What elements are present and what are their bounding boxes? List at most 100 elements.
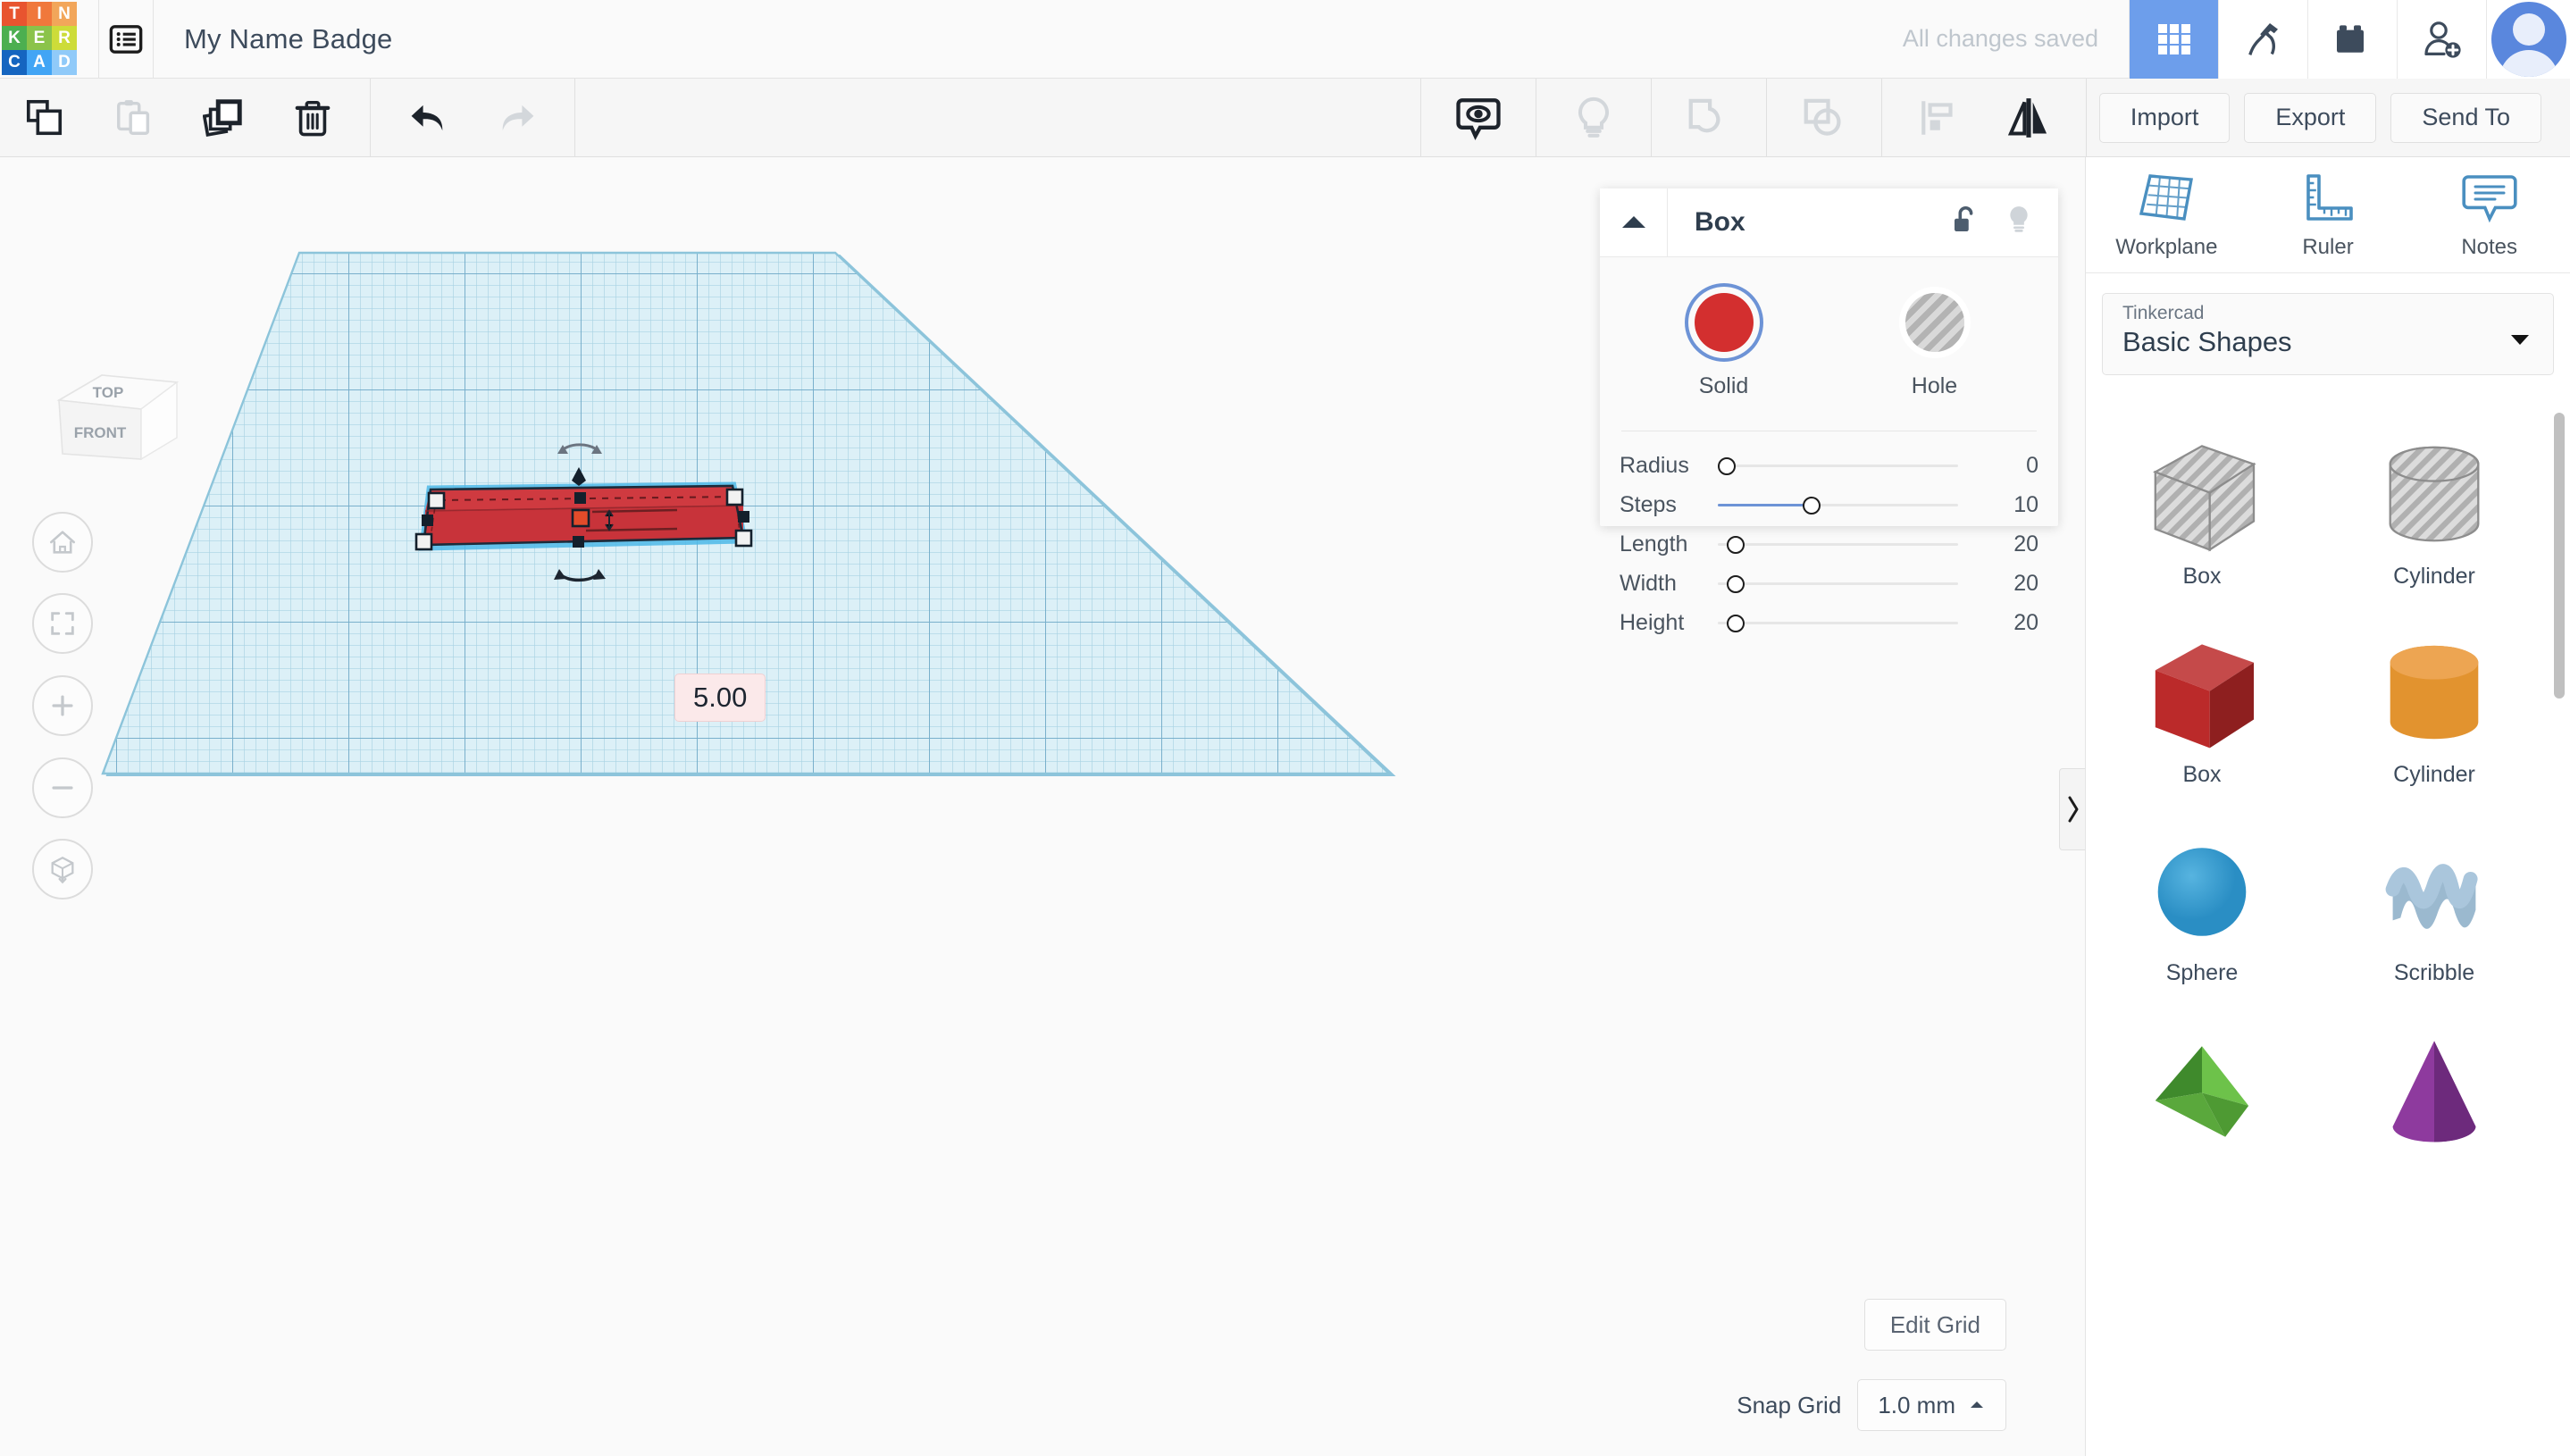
selected-shape[interactable] bbox=[375, 443, 875, 640]
import-button[interactable]: Import bbox=[2098, 92, 2231, 143]
design-list-icon[interactable] bbox=[98, 0, 154, 79]
redo-button[interactable] bbox=[473, 79, 562, 157]
page-title[interactable]: My Name Badge bbox=[184, 23, 392, 55]
shape-box-hole-thumbnail-icon bbox=[2135, 431, 2269, 560]
steps-slider-value[interactable]: 10 bbox=[1988, 492, 2038, 518]
logo-tile-e: E bbox=[27, 25, 52, 51]
shape-panel-header-icons bbox=[1949, 202, 2058, 244]
scrollbar-thumb[interactable] bbox=[2554, 413, 2565, 699]
paste-button[interactable] bbox=[89, 79, 179, 157]
logo-tile-r: R bbox=[52, 25, 77, 51]
duplicate-button[interactable] bbox=[179, 79, 268, 157]
radius-slider-value[interactable]: 0 bbox=[1988, 453, 2038, 479]
shape-sphere[interactable]: Sphere bbox=[2086, 818, 2318, 1017]
shape-cylinder-hole-thumbnail-icon bbox=[2367, 431, 2501, 560]
library-collection-label: Basic Shapes bbox=[2122, 326, 2292, 357]
radius-slider-label: Radius bbox=[1620, 452, 1689, 478]
lego-brick-icon[interactable] bbox=[2307, 0, 2397, 79]
notes-tool[interactable]: Notes bbox=[2408, 157, 2570, 272]
radius-slider-track[interactable] bbox=[1718, 446, 1988, 485]
undo-button[interactable] bbox=[383, 79, 473, 157]
design-gallery-icon[interactable] bbox=[2129, 0, 2218, 79]
shape-scribble[interactable]: Scribble bbox=[2318, 818, 2550, 1017]
shape-box-solid-label: Box bbox=[2182, 762, 2222, 787]
height-slider[interactable]: Height 20 bbox=[1600, 603, 2058, 642]
lock-icon[interactable] bbox=[1949, 203, 1981, 243]
light-button[interactable] bbox=[1549, 79, 1638, 157]
steps-slider[interactable]: Steps 10 bbox=[1600, 485, 2058, 524]
solid-mode[interactable]: Solid bbox=[1662, 293, 1787, 399]
width-slider-label: Width bbox=[1620, 570, 1677, 596]
minecraft-pickaxe-icon[interactable] bbox=[2218, 0, 2307, 79]
toolbar-divider bbox=[574, 78, 575, 157]
export-button[interactable]: Export bbox=[2244, 92, 2377, 143]
avatar bbox=[2490, 1, 2566, 77]
height-slider-value[interactable]: 20 bbox=[1988, 610, 2038, 636]
shape-box-solid[interactable]: Box bbox=[2086, 620, 2318, 818]
delete-button[interactable] bbox=[268, 79, 357, 157]
steps-slider-track[interactable] bbox=[1718, 485, 1988, 524]
shape-sphere-label: Sphere bbox=[2165, 960, 2239, 985]
group-button[interactable] bbox=[1664, 79, 1754, 157]
snap-grid-select[interactable]: 1.0 mm bbox=[1857, 1379, 2006, 1431]
width-slider-value[interactable]: 20 bbox=[1988, 571, 2038, 597]
height-slider-knob[interactable] bbox=[1726, 615, 1745, 632]
length-slider[interactable]: Length 20 bbox=[1600, 524, 2058, 564]
workplane-tool[interactable]: Workplane bbox=[2086, 157, 2248, 272]
length-slider-track[interactable] bbox=[1718, 524, 1988, 564]
width-slider-knob[interactable] bbox=[1726, 575, 1745, 593]
chevron-down-icon bbox=[2511, 335, 2529, 345]
shape-library-dropdown[interactable]: Tinkercad Basic Shapes bbox=[2102, 293, 2554, 375]
zoom-out-button[interactable] bbox=[32, 757, 93, 818]
shape-cylinder-solid[interactable]: Cylinder bbox=[2318, 620, 2550, 818]
radius-slider[interactable]: Radius 0 bbox=[1600, 446, 2058, 485]
steps-slider-knob[interactable] bbox=[1802, 497, 1821, 515]
shape-cone[interactable] bbox=[2318, 1017, 2550, 1215]
zoom-in-button[interactable] bbox=[32, 675, 93, 736]
length-slider-knob[interactable] bbox=[1726, 536, 1745, 554]
invite-person-icon[interactable] bbox=[2397, 0, 2486, 79]
height-dimension-label[interactable]: 5.00 bbox=[674, 674, 766, 722]
shape-pyramid[interactable] bbox=[2086, 1017, 2318, 1215]
home-view-button[interactable] bbox=[32, 512, 93, 573]
shape-library-scrollbar[interactable] bbox=[2554, 413, 2565, 1452]
shape-box-hole-label: Box bbox=[2182, 564, 2222, 589]
length-slider-value[interactable]: 20 bbox=[1988, 531, 2038, 557]
edit-toolbar: Import Export Send To bbox=[0, 78, 2570, 157]
perspective-toggle-button[interactable] bbox=[32, 839, 93, 900]
shape-cone-thumbnail-icon bbox=[2367, 1025, 2501, 1155]
ungroup-button[interactable] bbox=[1779, 79, 1869, 157]
svg-text:TOP: TOP bbox=[93, 384, 124, 401]
shape-box-hole[interactable]: Box bbox=[2086, 422, 2318, 620]
align-button[interactable] bbox=[1895, 79, 1984, 157]
copy-button[interactable] bbox=[0, 79, 89, 157]
show-hide-button[interactable] bbox=[1434, 79, 1523, 157]
fit-to-view-button[interactable] bbox=[32, 593, 93, 654]
shape-pyramid-thumbnail-icon bbox=[2135, 1025, 2269, 1155]
shape-library-grid: Box Cylinder Box Cylinder Sphere Scribble bbox=[2086, 416, 2550, 1456]
ruler-tool[interactable]: Ruler bbox=[2248, 157, 2409, 272]
user-avatar-button[interactable] bbox=[2486, 0, 2570, 79]
solid-mode-label: Solid bbox=[1698, 373, 1749, 398]
tinkercad-editor: TINKERCAD My Name Badge All changes save… bbox=[0, 0, 2570, 1456]
chevron-up-icon bbox=[1971, 1402, 1983, 1408]
toolbar-divider bbox=[1650, 78, 1652, 157]
collapse-panel-button[interactable] bbox=[1600, 188, 1668, 257]
workplane-watermark: Workplane bbox=[189, 1446, 681, 1456]
ruler-icon bbox=[2306, 173, 2353, 221]
width-slider-track[interactable] bbox=[1718, 564, 1988, 603]
tinkercad-logo[interactable]: TINKERCAD bbox=[0, 0, 77, 79]
edit-grid-button[interactable]: Edit Grid bbox=[1863, 1299, 2006, 1351]
light-bulb-icon[interactable] bbox=[2003, 202, 2035, 244]
hole-mode[interactable]: Hole bbox=[1872, 293, 1997, 399]
notes-tool-label: Notes bbox=[2461, 234, 2518, 259]
view-cube[interactable]: TOP FRONT bbox=[41, 363, 193, 488]
sidebar-collapse-button[interactable] bbox=[2059, 768, 2086, 850]
shape-cylinder-hole[interactable]: Cylinder bbox=[2318, 422, 2550, 620]
triangle-up-icon bbox=[1621, 216, 1645, 228]
send-to-button[interactable]: Send To bbox=[2390, 92, 2541, 143]
width-slider[interactable]: Width 20 bbox=[1600, 564, 2058, 603]
mirror-button[interactable] bbox=[1984, 79, 2073, 157]
radius-slider-knob[interactable] bbox=[1718, 457, 1736, 475]
height-slider-track[interactable] bbox=[1718, 603, 1988, 642]
